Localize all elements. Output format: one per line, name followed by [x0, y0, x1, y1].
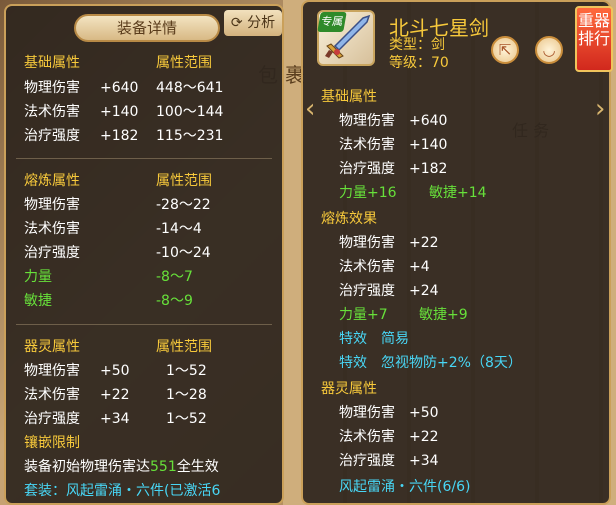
divider — [16, 158, 272, 159]
exclusive-tag: 专属 — [317, 12, 347, 32]
left-arrow-icon[interactable]: ‹ — [305, 94, 315, 124]
effect-label: 特效 — [339, 331, 367, 347]
bonus-stat: 力量+16 — [339, 185, 397, 201]
effect-value: 简易 — [381, 331, 409, 347]
panel-title: 装备详情 — [74, 14, 220, 42]
stat-value: +640 — [100, 80, 139, 96]
stat-range: 1～28 — [166, 387, 207, 403]
stat-value: +140 — [409, 137, 448, 153]
stat-range: -8～9 — [156, 293, 193, 309]
stat-name: 法术伤害 — [339, 137, 395, 153]
stat-name: 力量 — [24, 269, 52, 285]
set-label: 套装： — [24, 483, 66, 499]
stat-value: +24 — [409, 283, 439, 299]
inlay-prefix: 装备初始物理伤害达 — [24, 459, 150, 475]
spirit-section-label: 器灵属性 — [24, 339, 80, 355]
stat-range: -14～4 — [156, 221, 202, 237]
eye-icon[interactable]: ◡ — [535, 36, 563, 64]
stat-name: 物理伤害 — [24, 363, 80, 379]
stat-name: 物理伤害 — [24, 197, 80, 213]
stat-name: 物理伤害 — [24, 80, 80, 96]
stat-range: -8～7 — [156, 269, 193, 285]
stat-range: 448～641 — [156, 80, 224, 96]
inlay-value: 551 — [150, 459, 177, 475]
stat-name: 法术伤害 — [24, 387, 80, 403]
stat-range: 1～52 — [166, 411, 207, 427]
stat-value: +34 — [100, 411, 130, 427]
refresh-icon: ⟳ — [230, 15, 243, 31]
analyze-button[interactable]: ⟳ 分析 — [224, 10, 282, 36]
stat-name: 法术伤害 — [24, 104, 80, 120]
stat-range: -10～24 — [156, 245, 211, 261]
stat-name: 治疗强度 — [339, 283, 395, 299]
divider — [16, 324, 272, 325]
spirit-section-label: 器灵属性 — [321, 381, 377, 397]
inlay-text: 装备初始物理伤害达551全生效 — [24, 458, 219, 476]
effect-label: 特效 — [339, 355, 367, 371]
smelt-range-label: 属性范围 — [156, 173, 212, 189]
stat-value: +640 — [409, 113, 448, 129]
spirit-range-label: 属性范围 — [156, 339, 212, 355]
stat-name: 敏捷 — [24, 293, 52, 309]
stat-value: +182 — [409, 161, 448, 177]
set-text: 风起雷涌・六件(已激活6 — [66, 483, 221, 499]
stat-name: 治疗强度 — [24, 411, 80, 427]
equipment-info-panel: 专属 北斗七星剑 类型：剑 等级：70 ⇱ ◡ 重器排行 ‹ › 基础属性 物理… — [301, 0, 613, 505]
smelt-section-label: 熔炼属性 — [24, 173, 80, 189]
stat-name: 法术伤害 — [24, 221, 80, 237]
stat-range: 1～52 — [166, 363, 207, 379]
stat-value: +182 — [100, 128, 139, 144]
stat-range: 100～144 — [156, 104, 224, 120]
stat-range: -28～22 — [156, 197, 211, 213]
stat-name: 物理伤害 — [339, 235, 395, 251]
set-text: 风起雷涌・六件(6/6) — [339, 479, 471, 495]
equipment-detail-panel: 装备详情 ⟳ 分析 基础属性 属性范围 物理伤害 +640 448～641 法术… — [4, 4, 284, 505]
stat-range: 115～231 — [156, 128, 224, 144]
stat-name: 法术伤害 — [339, 429, 395, 445]
weapon-level: 等级：70 — [389, 55, 449, 71]
base-section-label: 基础属性 — [321, 89, 377, 105]
stat-name: 物理伤害 — [339, 405, 395, 421]
stat-name: 治疗强度 — [339, 161, 395, 177]
stat-name: 治疗强度 — [339, 453, 395, 469]
effect-value: 忽视物防+2%（8天） — [381, 355, 522, 371]
inlay-label: 镶嵌限制 — [24, 435, 80, 451]
stat-name: 物理伤害 — [339, 113, 395, 129]
stat-value: +22 — [100, 387, 130, 403]
inlay-suffix: 全生效 — [176, 459, 219, 475]
bonus-stat: 力量+7 — [339, 307, 388, 323]
stat-name: 法术伤害 — [339, 259, 395, 275]
analyze-label: 分析 — [247, 15, 276, 31]
stat-value: +22 — [409, 235, 439, 251]
stat-value: +4 — [409, 259, 430, 275]
stat-name: 治疗强度 — [24, 128, 80, 144]
bonus-stat: 敏捷+14 — [429, 185, 487, 201]
stat-name: 治疗强度 — [24, 245, 80, 261]
stat-value: +22 — [409, 429, 439, 445]
base-range-label: 属性范围 — [156, 55, 212, 71]
stat-value: +50 — [100, 363, 130, 379]
base-section-label: 基础属性 — [24, 55, 80, 71]
stat-value: +140 — [100, 104, 139, 120]
set-line: 套装：风起雷涌・六件(已激活6 — [24, 482, 220, 500]
bonus-stat: 敏捷+9 — [419, 307, 468, 323]
weapon-type: 类型：剑 — [389, 37, 445, 53]
smelt-section-label: 熔炼效果 — [321, 211, 377, 227]
stat-value: +34 — [409, 453, 439, 469]
share-icon[interactable]: ⇱ — [491, 36, 519, 64]
rank-button[interactable]: 重器排行 — [575, 6, 613, 72]
stat-value: +50 — [409, 405, 439, 421]
right-arrow-icon[interactable]: › — [595, 94, 605, 124]
